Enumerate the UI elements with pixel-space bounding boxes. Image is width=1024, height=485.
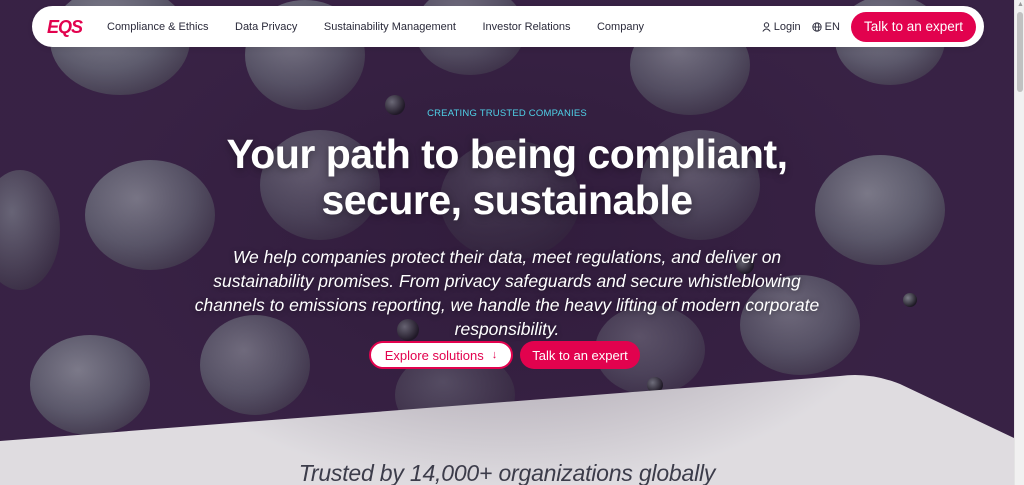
- nav-company[interactable]: Company: [597, 21, 644, 33]
- hero-headline-line2: secure, sustainable: [321, 177, 693, 223]
- trusted-heading: Trusted by 14,000+ organizations globall…: [298, 460, 716, 485]
- language-label: EN: [824, 20, 840, 33]
- scroll-thumb[interactable]: [1017, 12, 1023, 92]
- svg-text:EQS: EQS: [47, 17, 83, 37]
- explore-solutions-label: Explore solutions: [384, 347, 484, 363]
- nav-sustainability-management[interactable]: Sustainability Management: [324, 21, 456, 33]
- login-link[interactable]: Login: [762, 21, 801, 33]
- language-switcher[interactable]: EN: [812, 21, 840, 33]
- top-navbar: EQS Compliance & Ethics Data Privacy Sus…: [32, 6, 984, 47]
- login-label: Login: [773, 20, 801, 33]
- user-icon: [762, 21, 771, 32]
- hero-headline: Your path to being compliant, secure, su…: [0, 131, 1014, 223]
- arrow-down-icon: ↓: [491, 349, 498, 361]
- page-scrollbar[interactable]: ▲: [1014, 0, 1024, 485]
- nav-investor-relations[interactable]: Investor Relations: [482, 21, 570, 33]
- globe-icon: [812, 21, 822, 32]
- hero-section: [0, 0, 1014, 485]
- hero-headline-line1: Your path to being compliant,: [226, 131, 788, 177]
- hero-buttons: Explore solutions ↓ Talk to an expert: [369, 341, 640, 369]
- explore-solutions-button[interactable]: Explore solutions ↓: [369, 341, 513, 369]
- scroll-up-icon[interactable]: ▲: [1017, 1, 1024, 8]
- hero-subtext: We help companies protect their data, me…: [194, 247, 820, 339]
- hero-overlay: [0, 0, 1014, 485]
- nav-data-privacy[interactable]: Data Privacy: [235, 21, 297, 33]
- eqs-logo[interactable]: EQS: [47, 17, 85, 37]
- talk-to-expert-nav-button[interactable]: Talk to an expert: [850, 11, 976, 42]
- nav-compliance-ethics[interactable]: Compliance & Ethics: [107, 21, 209, 33]
- main-nav: Compliance & Ethics Data Privacy Sustain…: [107, 6, 671, 47]
- talk-to-expert-hero-button[interactable]: Talk to an expert: [520, 341, 640, 369]
- nav-right: Login EN Talk to an expert: [762, 6, 976, 47]
- hero-eyebrow: CREATING TRUSTED COMPANIES: [427, 108, 587, 119]
